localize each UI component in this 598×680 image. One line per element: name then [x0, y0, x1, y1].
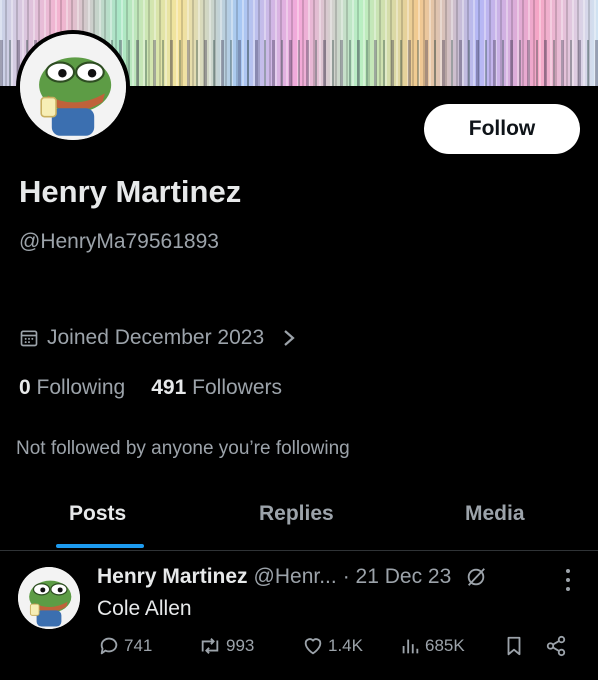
post-actions: 741 993 1.4K 685K: [0, 635, 598, 665]
not-followed-notice: Not followed by anyone you’re following: [16, 438, 350, 459]
post-author-handle[interactable]: @Henr...: [254, 565, 337, 589]
followers-stat[interactable]: 491 Followers: [151, 376, 282, 400]
following-label: Following: [36, 376, 126, 399]
reply-button[interactable]: 741: [98, 635, 152, 657]
profile-name: Henry Martinez: [19, 174, 242, 209]
views-count: 685K: [425, 636, 465, 655]
following-stat[interactable]: 0 Following: [19, 376, 125, 400]
profile-handle: @HenryMa79561893: [19, 230, 219, 253]
tab-media[interactable]: Media: [465, 502, 525, 526]
reply-count: 741: [124, 636, 153, 655]
like-button[interactable]: 1.4K: [302, 635, 363, 657]
more-icon[interactable]: [560, 567, 576, 593]
chevron-right-icon: [282, 328, 296, 348]
follow-button[interactable]: Follow: [424, 104, 580, 154]
profile-tabs: Posts Replies Media: [0, 490, 598, 551]
repost-icon: [198, 635, 222, 657]
share-icon: [544, 635, 568, 657]
reply-icon: [98, 635, 120, 657]
grok-icon[interactable]: [465, 566, 487, 588]
post-avatar[interactable]: [18, 567, 80, 629]
post-date[interactable]: · 21 Dec 23: [343, 565, 452, 589]
like-icon: [302, 635, 324, 657]
bookmark-icon: [504, 635, 524, 657]
repost-count: 993: [226, 636, 255, 655]
tab-posts[interactable]: Posts: [69, 502, 126, 526]
views-icon: [399, 635, 421, 657]
joined-date-row[interactable]: Joined December 2023: [19, 326, 296, 350]
post-header: Henry Martinez @Henr... · 21 Dec 23: [97, 565, 487, 589]
views-button[interactable]: 685K: [399, 635, 465, 657]
frog-avatar-image: [20, 34, 126, 140]
post-author-name[interactable]: Henry Martinez: [97, 565, 248, 589]
followers-count: 491: [151, 376, 187, 399]
share-button[interactable]: [544, 635, 568, 657]
following-count: 0: [19, 376, 31, 399]
tab-replies[interactable]: Replies: [259, 502, 334, 526]
repost-button[interactable]: 993: [198, 635, 254, 657]
follow-stats: 0 Following 491 Followers: [19, 376, 282, 400]
followers-label: Followers: [192, 376, 282, 399]
post-text: Cole Allen: [97, 597, 192, 620]
profile-avatar[interactable]: [16, 30, 130, 144]
like-count: 1.4K: [328, 636, 363, 655]
calendar-icon: [19, 328, 39, 348]
post-item[interactable]: Henry Martinez @Henr... · 21 Dec 23 Cole…: [0, 551, 598, 680]
bookmark-button[interactable]: [504, 635, 524, 657]
active-tab-indicator: [56, 544, 144, 548]
joined-date-text: Joined December 2023: [47, 326, 265, 349]
frog-avatar-image: [18, 567, 80, 629]
